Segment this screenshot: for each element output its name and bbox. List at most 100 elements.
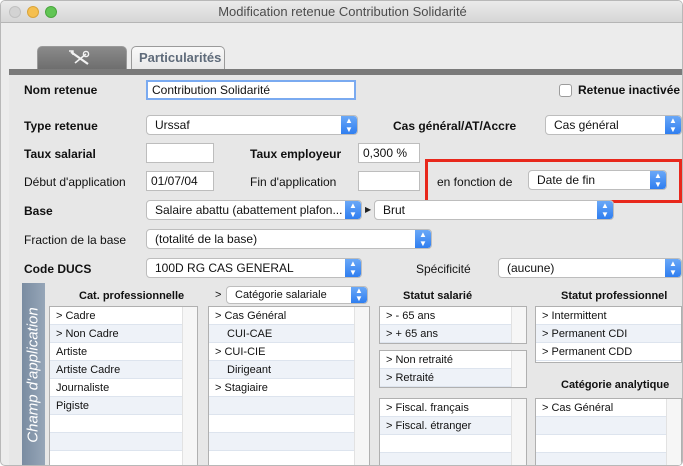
list-item[interactable]: > Cas Général xyxy=(209,307,369,325)
base-select[interactable]: Salaire abattu (abattement plafon... ▲ ▼ xyxy=(146,200,362,220)
cat-professionnelle-list: > Cadre > Non Cadre Artiste Artiste Cadr… xyxy=(49,306,198,465)
nom-retenue-label: Nom retenue xyxy=(24,83,98,97)
list-item[interactable]: > Cas Général xyxy=(536,399,681,417)
statut-salarie-header: Statut salarié xyxy=(403,290,473,302)
base-second-select[interactable]: Brut ▲ ▼ xyxy=(374,200,614,220)
debut-application-label: Début d'application xyxy=(24,175,126,189)
list-item[interactable]: Dirigeant xyxy=(209,361,369,379)
tab-particularites[interactable]: Particularités xyxy=(131,46,225,69)
retenue-inactivee-label: Retenue inactivée xyxy=(578,83,681,97)
fin-application-label: Fin d'application xyxy=(250,175,337,189)
chevron-updown-icon: ▲ ▼ xyxy=(665,259,681,277)
list-item[interactable]: Pigiste xyxy=(50,397,197,415)
chevron-updown-icon: ▲ ▼ xyxy=(351,287,367,303)
taux-employeur-input[interactable]: 0,300 % xyxy=(358,143,420,163)
cat-salariale-value: Catégorie salariale xyxy=(235,289,327,301)
base-label: Base xyxy=(24,204,53,218)
specificite-value: (aucune) xyxy=(507,261,555,275)
code-ducs-value: 100D RG CAS GENERAL xyxy=(155,261,294,275)
cat-salariale-list: > Cas Général CUI-CAE > CUI-CIE Dirigean… xyxy=(208,306,370,465)
list-item[interactable] xyxy=(380,453,526,465)
list-item[interactable]: > Permanent CDD xyxy=(536,343,681,361)
list-item[interactable]: > Permanent CDI xyxy=(536,325,681,343)
list-item[interactable]: Artiste Cadre xyxy=(50,361,197,379)
nom-retenue-input[interactable]: Contribution Solidarité xyxy=(146,80,356,100)
list-scrollbar[interactable] xyxy=(354,307,369,465)
list-item[interactable]: > Fiscal. étranger xyxy=(380,417,526,435)
list-item[interactable]: > Retraité xyxy=(380,369,526,387)
cat-professionnelle-header: Cat. professionnelle xyxy=(79,290,185,302)
window-title: Modification retenue Contribution Solida… xyxy=(218,4,467,19)
list-scrollbar[interactable] xyxy=(511,307,526,343)
debut-application-input[interactable]: 01/07/04 xyxy=(146,171,214,191)
chevron-updown-icon: ▲ ▼ xyxy=(597,201,613,219)
list-item[interactable]: > Fiscal. français xyxy=(380,399,526,417)
list-scrollbar[interactable] xyxy=(511,399,526,465)
arrow-right-icon: ▶ xyxy=(365,205,372,214)
list-item[interactable]: > - 65 ans xyxy=(380,307,526,325)
list-item[interactable]: > Cadre xyxy=(50,307,197,325)
list-item[interactable] xyxy=(209,397,369,415)
list-item[interactable]: > + 65 ans xyxy=(380,325,526,343)
base-second-value: Brut xyxy=(383,203,406,217)
list-scrollbar[interactable] xyxy=(182,307,197,465)
fraction-base-value: (totalité de la base) xyxy=(155,232,258,246)
list-item[interactable] xyxy=(50,433,197,451)
cas-general-select[interactable]: Cas général ▲ ▼ xyxy=(545,115,682,135)
fraction-base-select[interactable]: (totalité de la base) ▲ ▼ xyxy=(146,229,432,249)
chevron-updown-icon: ▲ ▼ xyxy=(341,116,357,134)
window: Modification retenue Contribution Solida… xyxy=(0,0,683,466)
list-item[interactable] xyxy=(536,435,681,453)
list-scrollbar[interactable] xyxy=(511,351,526,387)
categorie-analytique-list: > Cas Général xyxy=(535,398,682,465)
title-bar: Modification retenue Contribution Solida… xyxy=(1,1,682,23)
cas-general-label: Cas général/AT/Accre xyxy=(393,119,517,133)
list-item[interactable]: CUI-CAE xyxy=(209,325,369,343)
highlight-box xyxy=(425,159,682,203)
type-retenue-value: Urssaf xyxy=(155,118,190,132)
list-item[interactable] xyxy=(209,433,369,451)
specificite-select[interactable]: (aucune) ▲ ▼ xyxy=(498,258,682,278)
chevron-updown-icon: ▲ ▼ xyxy=(345,201,361,219)
list-item[interactable] xyxy=(536,453,681,465)
list-item[interactable]: > CUI-CIE xyxy=(209,343,369,361)
list-item[interactable] xyxy=(209,415,369,433)
statut-salarie-fiscal-list: > Fiscal. français > Fiscal. étranger xyxy=(379,398,527,465)
chevron-updown-icon: ▲ ▼ xyxy=(345,259,361,277)
list-item[interactable] xyxy=(536,417,681,435)
base-value: Salaire abattu (abattement plafon... xyxy=(155,203,343,217)
champ-application-label: Champ d'application xyxy=(24,307,42,443)
cas-general-value: Cas général xyxy=(554,118,619,132)
fraction-base-label: Fraction de la base xyxy=(24,233,127,247)
statut-salarie-retraite-list: > Non retraité > Retraité xyxy=(379,350,527,388)
statut-professionnel-header: Statut professionnel xyxy=(561,290,668,302)
list-item[interactable]: > Non Cadre xyxy=(50,325,197,343)
statut-professionnel-list: > Intermittent > Permanent CDI > Permane… xyxy=(535,306,682,363)
code-ducs-label: Code DUCS xyxy=(24,262,92,276)
list-item[interactable]: > Stagiaire xyxy=(209,379,369,397)
list-item[interactable]: Journaliste xyxy=(50,379,197,397)
fin-application-input[interactable] xyxy=(358,171,420,191)
type-retenue-label: Type retenue xyxy=(24,119,98,133)
retenue-inactivee-checkbox[interactable] xyxy=(559,84,572,97)
type-retenue-select[interactable]: Urssaf ▲ ▼ xyxy=(146,115,358,135)
chevron-updown-icon: ▲ ▼ xyxy=(415,230,431,248)
list-scrollbar[interactable] xyxy=(666,399,681,465)
tab-general[interactable] xyxy=(37,46,127,69)
list-item[interactable]: > Intermittent xyxy=(536,307,681,325)
categorie-analytique-header: Catégorie analytique xyxy=(561,379,670,391)
code-ducs-select[interactable]: 100D RG CAS GENERAL ▲ ▼ xyxy=(146,258,362,278)
taux-salarial-input[interactable] xyxy=(146,143,214,163)
cat-salariale-prefix: > xyxy=(215,289,222,301)
list-item[interactable] xyxy=(50,415,197,433)
list-item[interactable] xyxy=(380,435,526,453)
cat-salariale-select[interactable]: Catégorie salariale ▲ ▼ xyxy=(226,286,368,304)
specificite-label: Spécificité xyxy=(416,262,471,276)
list-item[interactable]: > Non retraité xyxy=(380,351,526,369)
list-item[interactable]: Artiste xyxy=(50,343,197,361)
tools-icon xyxy=(69,50,90,65)
chevron-updown-icon: ▲ ▼ xyxy=(665,116,681,134)
statut-salarie-age-list: > - 65 ans > + 65 ans xyxy=(379,306,527,344)
taux-employeur-label: Taux employeur xyxy=(250,147,342,161)
taux-salarial-label: Taux salarial xyxy=(24,147,96,161)
